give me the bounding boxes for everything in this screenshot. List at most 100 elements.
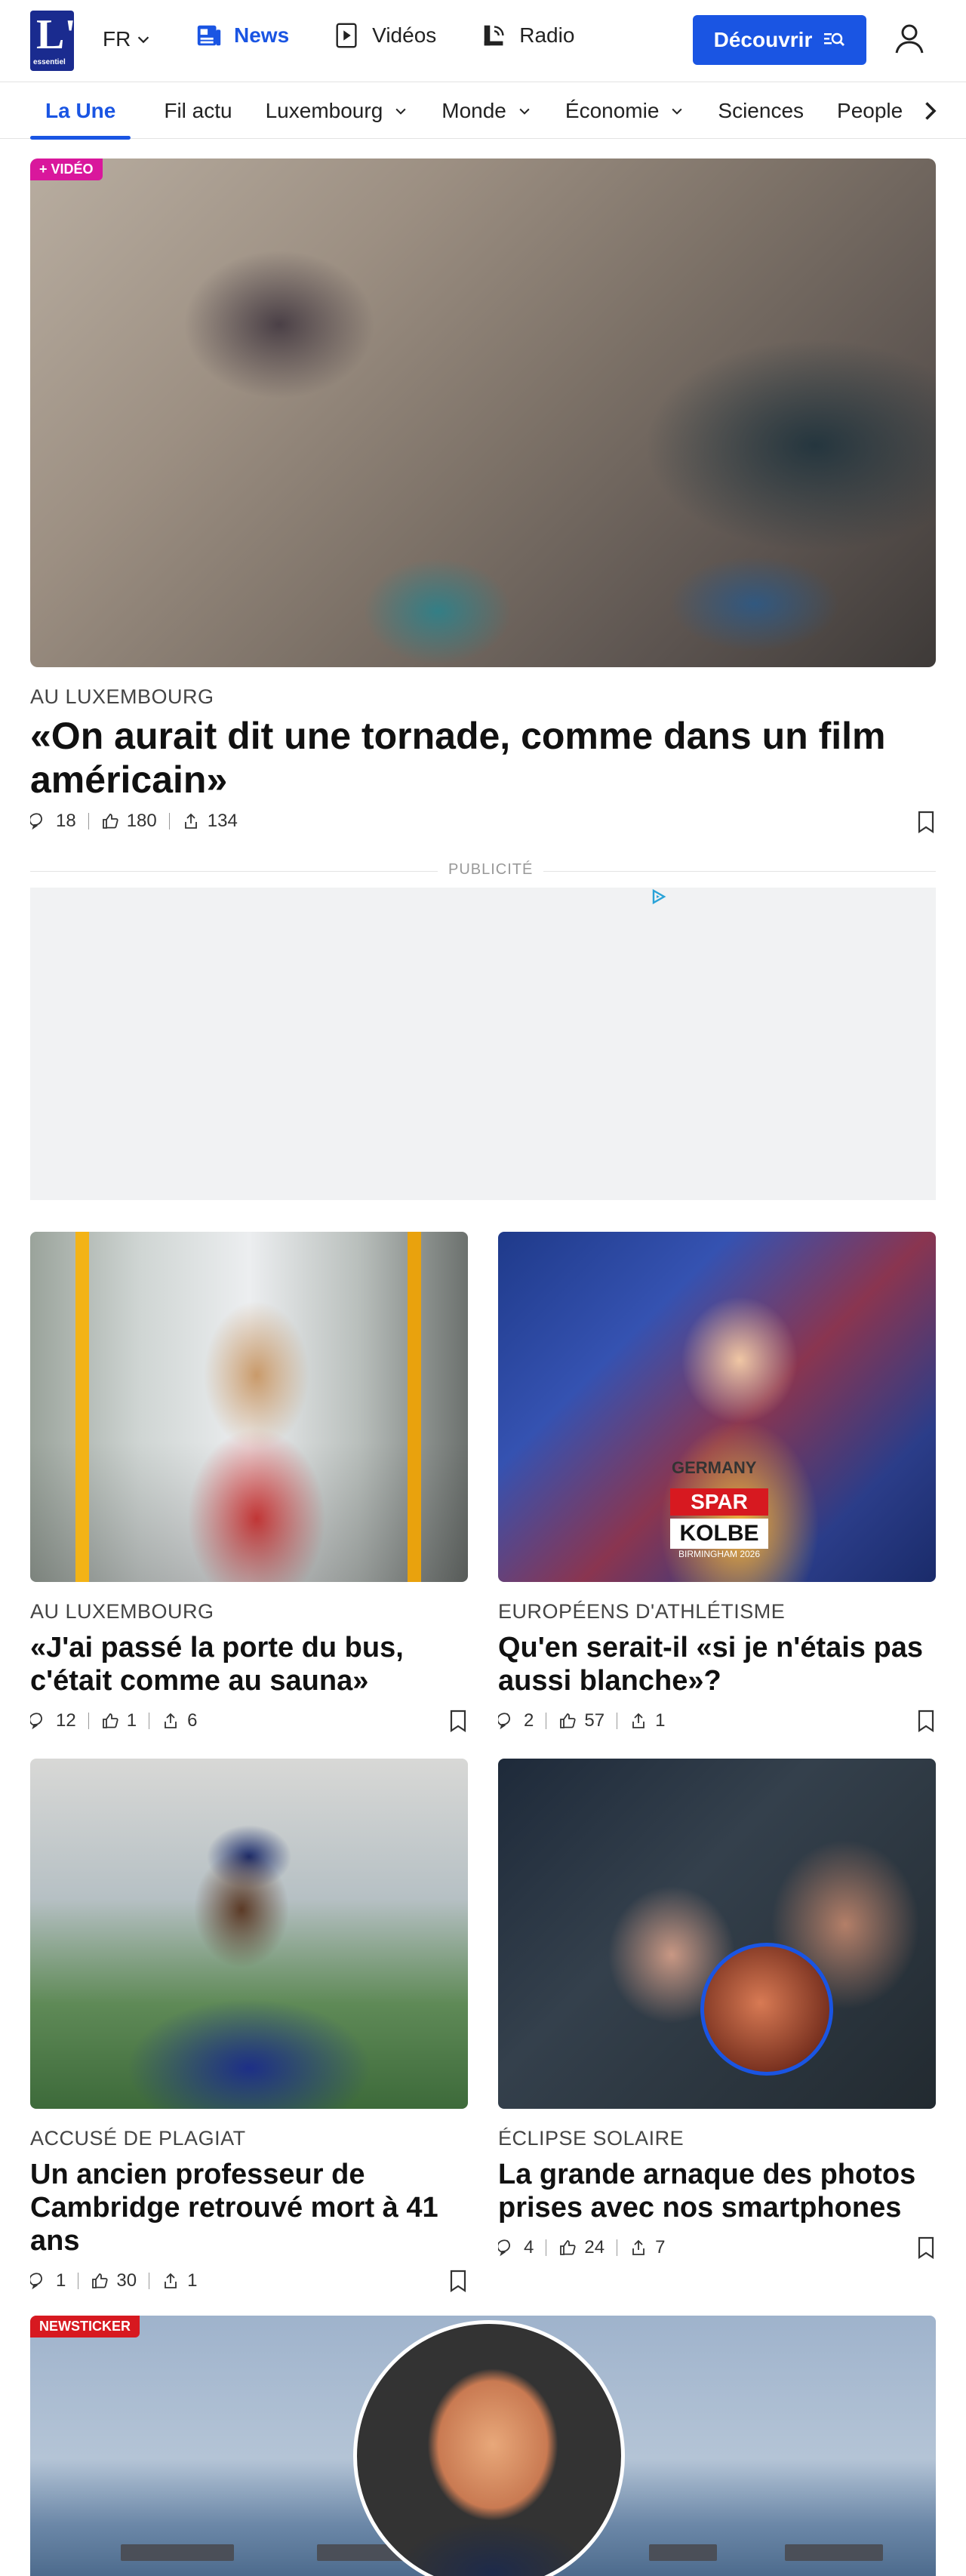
share-icon[interactable] [162,1712,180,1730]
search-list-icon [824,32,845,46]
article-kicker: EUROPÉENS D'ATHLÉTISME [498,1600,786,1623]
comment-icon[interactable] [30,1712,48,1730]
thumbs-up-icon[interactable] [101,1712,119,1730]
article-image[interactable] [498,1759,936,2109]
main-nav: News Vidéos Radio [195,21,574,50]
logo-wordmark: essentiel [33,58,66,66]
like-count: 57 [584,1710,605,1731]
divider [168,813,170,829]
chevron-down-icon [519,108,530,115]
article-card[interactable]: ACCUSÉ DE PLAGIAT Un ancien professeur d… [30,1759,468,2292]
chevron-down-icon [138,36,149,44]
comment-count: 2 [524,1710,534,1731]
portrait-inset [353,2320,625,2576]
nav-radio[interactable]: Radio [480,21,574,50]
thumbs-up-icon[interactable] [558,2239,577,2257]
bookmark-icon[interactable] [916,811,936,833]
comment-count: 1 [56,2270,66,2291]
tab-monde-label: Monde [441,99,506,122]
nav-news[interactable]: News [195,21,289,50]
share-count: 1 [655,1710,666,1731]
article-image[interactable] [30,1759,468,2109]
video-badge: + VIDÉO [30,158,103,180]
bookmark-icon[interactable] [448,1710,468,1732]
nav-radio-label: Radio [519,23,575,47]
share-count: 6 [187,1710,198,1731]
tab-economie[interactable]: Économie [565,99,685,123]
tab-people[interactable]: People [837,99,903,123]
tab-fil-actu[interactable]: Fil actu [164,99,232,123]
share-count: 134 [207,811,238,831]
ad-label: PUBLICITÉ [438,861,544,879]
language-selector[interactable]: FR [103,27,152,51]
article-stats: 1 30 1 [30,2270,197,2291]
article-image[interactable]: GERMANY SPAR KOLBE BIRMINGHAM 2026 [498,1232,936,1582]
nav-news-label: News [234,23,290,47]
news-icon [197,25,221,46]
tab-monde[interactable]: Monde [441,99,532,123]
bib-country: GERMANY [672,1458,757,1477]
bib-event: BIRMINGHAM 2026 [678,1549,761,1559]
chevron-down-icon [672,108,682,115]
article-title[interactable]: Qu'en serait-il «si je n'étais pas aussi… [498,1631,936,1697]
thumbs-up-icon[interactable] [558,1712,577,1730]
radio-icon [484,25,504,46]
hero-image[interactable]: + VIDÉO [30,158,936,667]
language-label: FR [103,27,131,51]
like-count: 180 [126,811,157,831]
ad-slot[interactable] [30,888,936,1200]
article-stats: 4 24 7 [498,2237,665,2258]
like-count: 1 [126,1710,137,1731]
chevron-right-icon[interactable] [916,97,943,125]
article-card[interactable]: ÉCLIPSE SOLAIRE La grande arnaque des ph… [498,1759,936,2259]
share-icon[interactable] [629,1712,648,1730]
user-icon[interactable] [892,21,927,56]
like-count: 30 [116,2270,137,2291]
nav-videos-label: Vidéos [372,23,437,47]
like-count: 24 [584,2237,605,2257]
share-icon[interactable] [162,2272,180,2290]
adchoices-icon[interactable] [649,888,667,906]
bookmark-icon[interactable] [916,1710,936,1732]
comment-icon[interactable] [498,2239,516,2257]
video-icon [336,23,357,48]
thumbs-up-icon[interactable] [91,2272,109,2290]
tab-la-une[interactable]: La Une [30,99,131,140]
newsticker-image[interactable]: NEWSTICKER [30,2316,936,2576]
article-stats: 2 57 1 [498,1710,665,1731]
eclipse-inset [700,1943,833,2076]
bookmark-icon[interactable] [448,2270,468,2292]
tab-luxembourg[interactable]: Luxembourg [266,99,409,123]
bib-name: KOLBE [670,1519,768,1549]
comment-count: 12 [56,1710,76,1731]
divider [88,813,89,829]
logo-letter: L' [36,11,76,58]
site-header: L' essentiel FR News Vidéos Radio Découv… [0,0,966,82]
article-title[interactable]: La grande arnaque des photos prises avec… [498,2158,936,2224]
tab-economie-label: Économie [565,99,660,122]
newsticker-badge: NEWSTICKER [30,2316,140,2337]
article-image[interactable] [30,1232,468,1582]
comment-icon[interactable] [30,2272,48,2290]
comment-icon[interactable] [498,1712,516,1730]
hero-title[interactable]: «On aurait dit une tornade, comme dans u… [30,714,936,802]
article-title[interactable]: Un ancien professeur de Cambridge retrou… [30,2158,468,2257]
chevron-down-icon [395,108,406,115]
share-icon[interactable] [629,2239,648,2257]
article-card[interactable]: GERMANY SPAR KOLBE BIRMINGHAM 2026 EUROP… [498,1232,936,1732]
hero-stats: 18 180 134 [30,811,238,832]
bib-sponsor: SPAR [670,1488,768,1516]
nav-videos[interactable]: Vidéos [333,21,436,50]
share-count: 1 [187,2270,198,2291]
site-logo[interactable]: L' essentiel [30,11,76,71]
tab-sciences[interactable]: Sciences [718,99,804,123]
share-icon[interactable] [182,812,200,830]
article-title[interactable]: «J'ai passé la porte du bus, c'était com… [30,1631,468,1697]
article-kicker: ÉCLIPSE SOLAIRE [498,2127,685,2150]
discover-button[interactable]: Découvrir [693,15,866,65]
comment-icon[interactable] [30,812,48,830]
thumbs-up-icon[interactable] [101,812,119,830]
article-card[interactable]: AU LUXEMBOURG «J'ai passé la porte du bu… [30,1232,468,1732]
bookmark-icon[interactable] [916,2236,936,2259]
discover-label: Découvrir [713,28,813,51]
